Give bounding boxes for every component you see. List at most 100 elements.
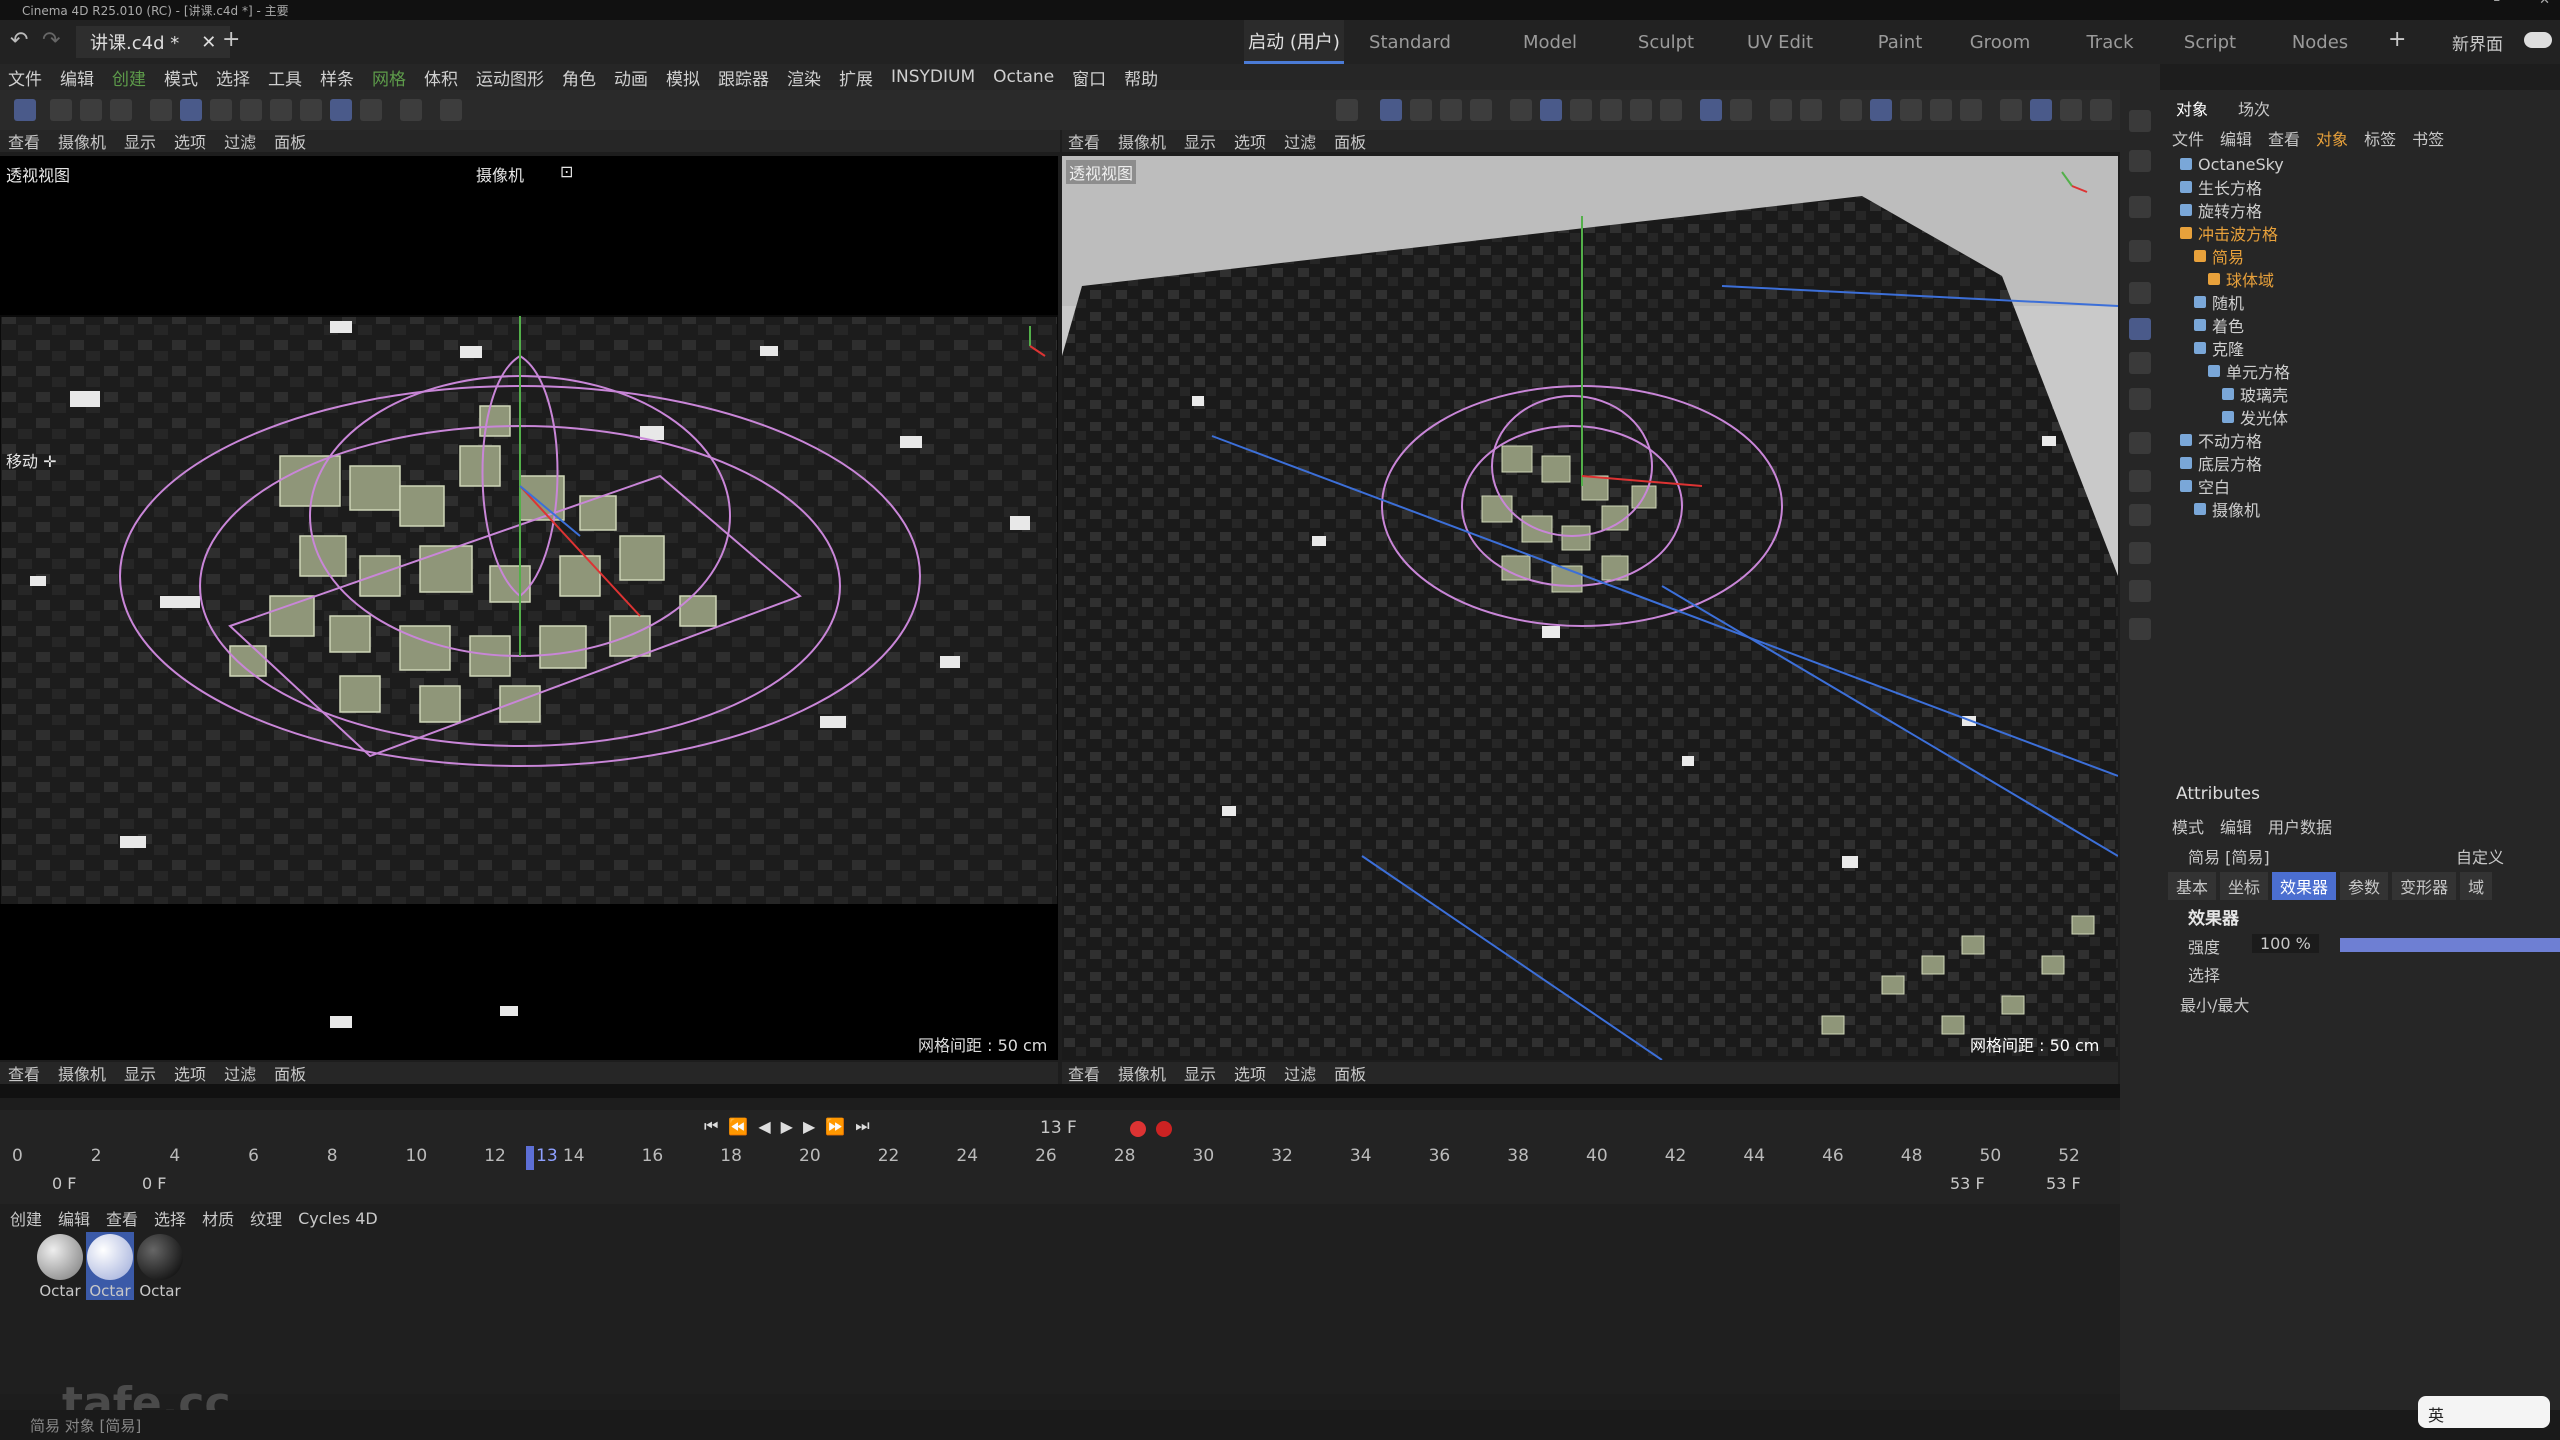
range-end-2[interactable]: 53 F — [2046, 1174, 2081, 1193]
object-menu-item[interactable]: 查看 — [2268, 126, 2300, 150]
toolbar-tool-icon[interactable] — [1800, 99, 1822, 121]
toolbar-tool-icon[interactable] — [1540, 99, 1562, 121]
attributes-preset[interactable]: 自定义 — [2456, 844, 2504, 868]
viewport-menu-item[interactable]: 显示 — [1184, 129, 1216, 153]
side-tool-icon[interactable] — [2129, 580, 2151, 602]
toolbar-tool-icon[interactable] — [80, 99, 102, 121]
toolbar-tool-icon[interactable] — [1570, 99, 1592, 121]
toolbar-tool-icon[interactable] — [150, 99, 172, 121]
new-ui-label[interactable]: 新界面 — [2452, 30, 2503, 55]
object-row[interactable]: 简易 — [2194, 245, 2244, 267]
viewport-menu-item[interactable]: 摄像机 — [1118, 129, 1166, 153]
object-tab[interactable]: 对象 — [2176, 96, 2208, 120]
object-menu-item[interactable]: 对象 — [2316, 126, 2348, 150]
toolbar-tool-icon[interactable] — [2090, 99, 2112, 121]
menu-item-17[interactable]: Octane — [993, 67, 1054, 87]
toolbar-tool-icon[interactable] — [1630, 99, 1652, 121]
menu-item-15[interactable]: 扩展 — [839, 65, 873, 90]
close-tab-icon[interactable]: ✕ — [201, 32, 216, 53]
object-row[interactable]: 摄像机 — [2194, 498, 2260, 520]
side-tool-icon[interactable] — [2129, 282, 2151, 304]
object-tab[interactable]: 场次 — [2238, 96, 2270, 120]
menu-item-3[interactable]: 模式 — [164, 65, 198, 90]
toolbar-tool-icon[interactable] — [110, 99, 132, 121]
object-menu-item[interactable]: 编辑 — [2220, 126, 2252, 150]
viewport-menu-item[interactable]: 过滤 — [224, 1061, 256, 1085]
side-tool-icon[interactable] — [2129, 196, 2151, 218]
object-menu-item[interactable]: 书签 — [2412, 126, 2444, 150]
object-row[interactable]: 球体域 — [2208, 268, 2274, 290]
next-key-icon[interactable]: ⏩ — [825, 1117, 845, 1136]
layout-tab-4[interactable]: UV Edit — [1730, 20, 1830, 64]
material-menu-item[interactable]: 查看 — [106, 1206, 138, 1230]
strength-slider[interactable] — [2340, 938, 2560, 952]
viewport-menu-item[interactable]: 选项 — [174, 129, 206, 153]
object-row[interactable]: 生长方格 — [2180, 176, 2262, 198]
viewport-menu-item[interactable]: 过滤 — [1284, 129, 1316, 153]
camera-icon[interactable]: ⊡ — [560, 162, 573, 181]
viewport-menu-item[interactable]: 显示 — [1184, 1061, 1216, 1085]
layout-tab-5[interactable]: Paint — [1850, 20, 1950, 64]
side-tool-icon[interactable] — [2129, 388, 2151, 410]
strength-value[interactable]: 100 % — [2252, 934, 2319, 953]
toolbar-tool-icon[interactable] — [440, 99, 462, 121]
ime-indicator[interactable]: 英 — [2418, 1396, 2550, 1428]
menu-item-4[interactable]: 选择 — [216, 65, 250, 90]
object-row[interactable]: 玻璃壳 — [2222, 383, 2288, 405]
material-menu-item[interactable]: 材质 — [202, 1206, 234, 1230]
toolbar-tool-icon[interactable] — [1700, 99, 1722, 121]
material-menu-item[interactable]: 选择 — [154, 1206, 186, 1230]
object-row[interactable]: 不动方格 — [2180, 429, 2262, 451]
viewport-menu-item[interactable]: 查看 — [1068, 129, 1100, 153]
side-tool-icon[interactable] — [2129, 618, 2151, 640]
new-ui-toggle[interactable] — [2524, 32, 2552, 48]
menu-item-13[interactable]: 跟踪器 — [718, 65, 769, 90]
object-row[interactable]: 发光体 — [2222, 406, 2288, 428]
next-frame-icon[interactable]: ▶︎ — [803, 1117, 815, 1136]
object-row[interactable]: 随机 — [2194, 291, 2244, 313]
object-row[interactable]: 单元方格 — [2208, 360, 2290, 382]
viewport-right[interactable]: 透视视图 网格间距 : 50 cm — [1062, 156, 2118, 1060]
toolbar-tool-icon[interactable] — [270, 99, 292, 121]
toolbar-tool-icon[interactable] — [2000, 99, 2022, 121]
menu-item-0[interactable]: 文件 — [8, 65, 42, 90]
layout-tab-8[interactable]: Script — [2160, 20, 2260, 64]
toolbar-tool-icon[interactable] — [180, 99, 202, 121]
viewport-menu-item[interactable]: 摄像机 — [58, 129, 106, 153]
attributes-menu-item[interactable]: 编辑 — [2220, 814, 2252, 838]
attributes-tab[interactable]: 基本 — [2168, 872, 2217, 900]
viewport-menu-item[interactable]: 面板 — [274, 1061, 306, 1085]
viewport-menu-item[interactable]: 选项 — [174, 1061, 206, 1085]
toolbar-tool-icon[interactable] — [14, 99, 36, 121]
attributes-tab[interactable]: 效果器 — [2272, 872, 2337, 900]
toolbar-tool-icon[interactable] — [1600, 99, 1622, 121]
object-row[interactable]: 空白 — [2180, 475, 2230, 497]
attributes-tab[interactable]: 变形器 — [2392, 872, 2457, 900]
prev-frame-icon[interactable]: ◀ — [758, 1117, 770, 1136]
toolbar-tool-icon[interactable] — [50, 99, 72, 121]
toolbar-tool-icon[interactable] — [1410, 99, 1432, 121]
playhead[interactable] — [526, 1146, 534, 1170]
current-frame-field[interactable]: 13 F — [1040, 1118, 1077, 1138]
new-tab-icon[interactable]: + — [222, 27, 240, 52]
object-row[interactable]: 冲击波方格 — [2180, 222, 2278, 244]
viewport-menu-item[interactable]: 过滤 — [1284, 1061, 1316, 1085]
object-row[interactable]: OctaneSky — [2180, 153, 2284, 175]
material-swatch[interactable]: Octar — [36, 1232, 84, 1300]
toolbar-tool-icon[interactable] — [1660, 99, 1682, 121]
menu-item-19[interactable]: 帮助 — [1124, 65, 1158, 90]
auto-key-icon[interactable] — [1156, 1121, 1172, 1137]
viewport-menu-item[interactable]: 面板 — [1334, 1061, 1366, 1085]
viewport-menu-item[interactable]: 显示 — [124, 129, 156, 153]
object-menu-item[interactable]: 文件 — [2172, 126, 2204, 150]
attributes-menu-item[interactable]: 模式 — [2172, 814, 2204, 838]
toolbar-tool-icon[interactable] — [2030, 99, 2052, 121]
toolbar-tool-icon[interactable] — [330, 99, 352, 121]
menu-item-11[interactable]: 动画 — [614, 65, 648, 90]
toolbar-tool-icon[interactable] — [1960, 99, 1982, 121]
toolbar-tool-icon[interactable] — [1900, 99, 1922, 121]
viewport-menu-item[interactable]: 查看 — [8, 129, 40, 153]
attributes-menu-item[interactable]: 用户数据 — [2268, 814, 2332, 838]
menu-item-2[interactable]: 创建 — [112, 65, 146, 90]
menu-item-8[interactable]: 体积 — [424, 65, 458, 90]
